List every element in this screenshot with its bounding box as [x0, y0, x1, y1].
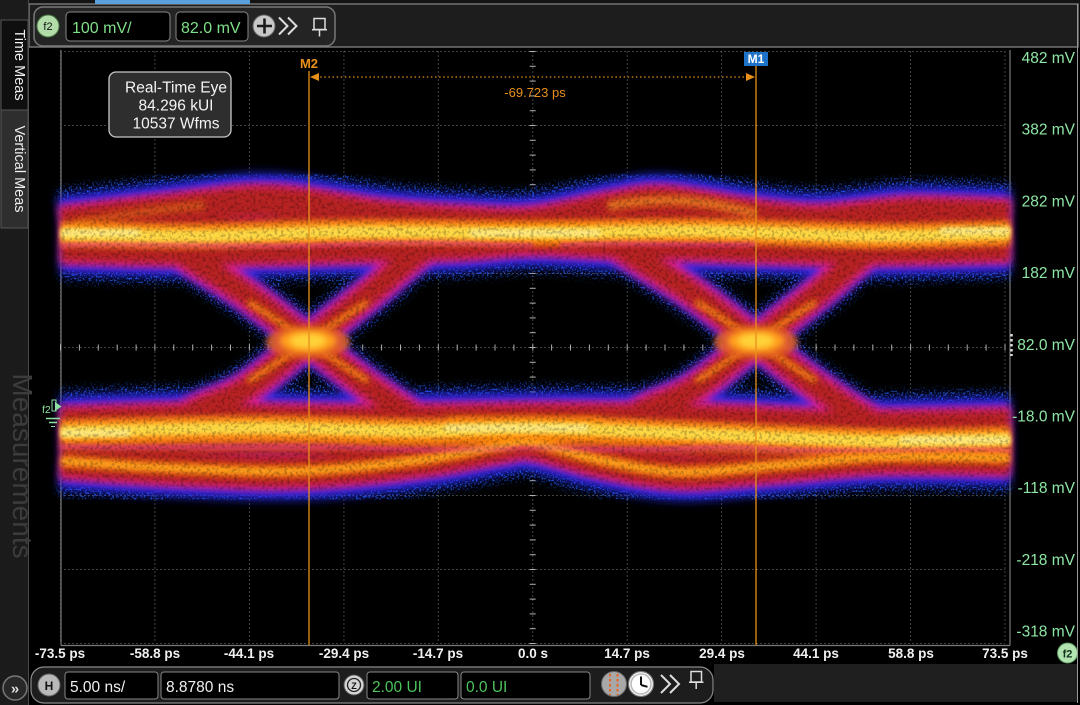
svg-text:100 mV/: 100 mV/ [72, 20, 132, 37]
svg-text:29.4 ps: 29.4 ps [699, 646, 745, 661]
svg-text:14.7 ps: 14.7 ps [604, 646, 650, 661]
svg-text:-73.5 ps: -73.5 ps [35, 646, 85, 661]
svg-text:Measurements: Measurements [7, 373, 38, 558]
svg-text:2.00 UI: 2.00 UI [372, 679, 422, 696]
svg-text:10537 Wfms: 10537 Wfms [132, 116, 219, 133]
svg-text:8.8780 ns: 8.8780 ns [166, 679, 234, 696]
svg-text:44.1 ps: 44.1 ps [793, 646, 839, 661]
svg-text:382 mV: 382 mV [1022, 122, 1076, 139]
svg-text:f2: f2 [1063, 649, 1073, 661]
svg-text:Vertical Meas: Vertical Meas [11, 125, 27, 212]
svg-text:182 mV: 182 mV [1022, 265, 1076, 282]
svg-text:M2: M2 [300, 56, 318, 71]
svg-text:73.5 ps: 73.5 ps [982, 646, 1028, 661]
svg-text:H: H [45, 679, 54, 693]
svg-text:-318 mV: -318 mV [1016, 624, 1075, 641]
svg-text:»: » [11, 681, 19, 698]
svg-text:-14.7 ps: -14.7 ps [413, 646, 463, 661]
svg-text:-18.0 mV: -18.0 mV [1012, 408, 1076, 425]
svg-text:58.8 ps: 58.8 ps [888, 646, 934, 661]
svg-text:-29.4 ps: -29.4 ps [319, 646, 369, 661]
svg-text:f2: f2 [42, 404, 51, 416]
svg-text:482 mV: 482 mV [1022, 50, 1076, 67]
svg-text:Z: Z [351, 681, 357, 691]
svg-text:82.0 mV: 82.0 mV [181, 20, 241, 37]
svg-text:82.0 mV: 82.0 mV [1017, 337, 1075, 354]
svg-text:M1: M1 [748, 52, 765, 66]
svg-text:-69.723 ps: -69.723 ps [504, 85, 566, 100]
svg-text:-58.8 ps: -58.8 ps [130, 646, 180, 661]
svg-text:-118 mV: -118 mV [1018, 480, 1076, 497]
svg-text:84.296 kUI: 84.296 kUI [139, 98, 214, 115]
svg-text:282 mV: 282 mV [1022, 193, 1076, 210]
svg-text:f2: f2 [43, 21, 52, 33]
svg-text:0.0 s: 0.0 s [518, 646, 548, 661]
svg-text:5.00 ns/: 5.00 ns/ [70, 679, 126, 696]
svg-text:Time Meas: Time Meas [11, 29, 27, 100]
svg-text:-218 mV: -218 mV [1016, 552, 1075, 569]
svg-text:-44.1 ps: -44.1 ps [224, 646, 274, 661]
svg-text:Real-Time Eye: Real-Time Eye [125, 80, 227, 97]
svg-text:0.0 UI: 0.0 UI [466, 679, 507, 696]
